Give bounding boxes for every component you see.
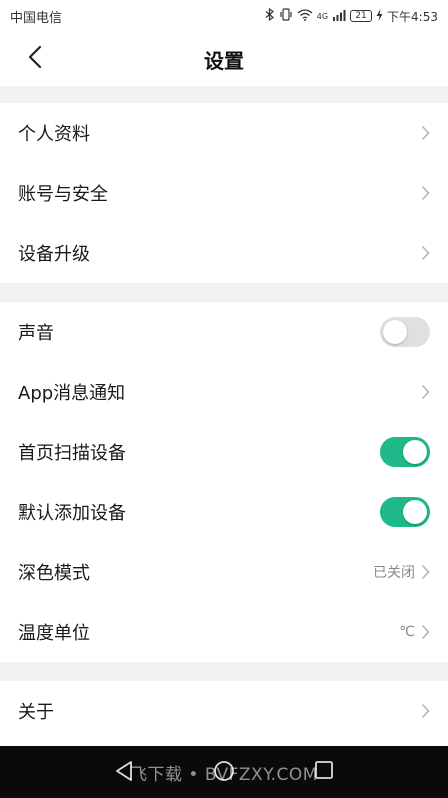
toggle-knob [403,500,427,524]
chevron-right-icon [421,185,430,201]
setting-row-app-notifications[interactable]: App消息通知 [0,362,448,422]
setting-row-temperature-unit[interactable]: 温度单位 ℃ [0,602,448,662]
setting-row-sound: 声音 [0,302,448,362]
settings-group-preferences: 声音 App消息通知 首页扫描设备 默认添加设备 深色模式 已关闭 温度单位 ℃ [0,302,448,662]
bluetooth-icon [265,7,275,24]
vibrate-icon [279,8,293,24]
wifi-icon [297,8,313,24]
status-bar: 中国电信 4G 21 下午4:53 [0,0,448,32]
watermark-text: 飞下载 • BVFZXY.COM [130,764,318,785]
chevron-right-icon [421,624,430,640]
battery-level: 21 [355,10,367,21]
app-header: 设置 [0,32,448,86]
setting-label: 个人资料 [18,124,90,145]
back-button[interactable] [18,42,52,76]
setting-row-home-scan-devices: 首页扫描设备 [0,422,448,482]
clock-label: 下午4:53 [387,9,438,24]
chevron-right-icon [421,703,430,719]
status-icons: 4G 21 下午4:53 [265,7,438,25]
system-nav-bar: 飞下载 • BVFZXY.COM [0,746,448,798]
battery-icon: 21 [350,10,373,22]
setting-label: 默认添加设备 [18,503,126,524]
setting-label: 深色模式 [18,563,90,584]
page-title: 设置 [204,48,244,73]
carrier-label: 中国电信 [10,10,63,26]
setting-value-group: ℃ [399,624,430,640]
toggle-knob [403,440,427,464]
back-arrow-icon [28,45,42,73]
setting-label: 账号与安全 [18,184,108,205]
dark-mode-value: 已关闭 [373,565,415,581]
setting-label: 首页扫描设备 [18,443,126,464]
signal-icon [332,9,346,24]
setting-row-about[interactable]: 关于 [0,681,448,741]
network-type-label: 4G [316,11,329,21]
setting-label: 温度单位 [18,623,90,644]
setting-value-group: 已关闭 [373,562,430,582]
settings-group-about: 关于 [0,681,448,746]
toggle-knob [383,320,407,344]
setting-row-profile[interactable]: 个人资料 [0,103,448,163]
default-add-device-toggle[interactable] [380,497,430,527]
chevron-right-icon [421,384,430,400]
setting-label: 设备升级 [18,244,90,265]
sound-toggle[interactable] [380,317,430,347]
chevron-right-icon [421,245,430,261]
setting-label: 声音 [18,323,54,344]
settings-group-account: 个人资料 账号与安全 设备升级 [0,103,448,283]
setting-label: 关于 [18,702,54,723]
setting-row-device-upgrade[interactable]: 设备升级 [0,223,448,283]
charging-icon [376,8,383,24]
setting-label: App消息通知 [18,383,126,404]
setting-row-dark-mode[interactable]: 深色模式 已关闭 [0,542,448,602]
chevron-right-icon [421,564,430,580]
setting-row-default-add-device: 默认添加设备 [0,482,448,542]
chevron-right-icon [421,125,430,141]
setting-row-account-security[interactable]: 账号与安全 [0,163,448,223]
home-scan-toggle[interactable] [380,437,430,467]
temperature-unit-value: ℃ [399,624,415,640]
